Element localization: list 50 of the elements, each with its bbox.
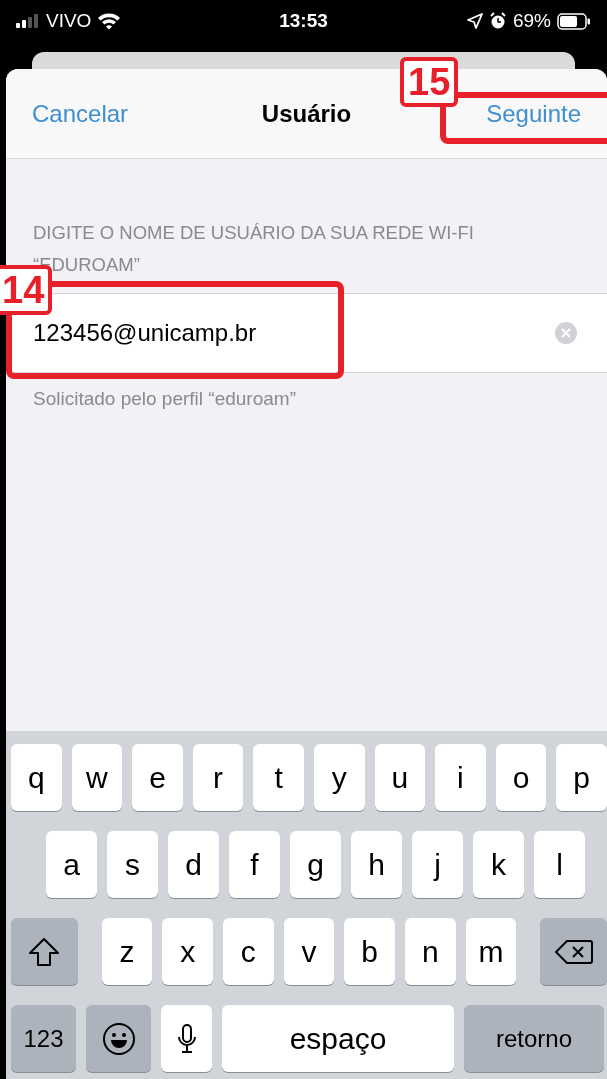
screen-title: Usuário <box>261 98 352 129</box>
microphone-key[interactable] <box>161 1005 212 1072</box>
key[interactable]: t <box>253 744 304 811</box>
carrier-name: VIVO <box>46 8 92 33</box>
key[interactable]: h <box>351 831 402 898</box>
key[interactable]: u <box>374 744 426 811</box>
key[interactable]: w <box>71 744 123 811</box>
key[interactable]: m <box>465 918 517 985</box>
signal-icon <box>16 14 40 28</box>
key[interactable]: g <box>290 831 341 898</box>
key[interactable]: o <box>495 744 547 811</box>
location-arrow-icon <box>466 13 483 29</box>
key[interactable]: b <box>344 918 396 985</box>
emoji-key[interactable] <box>86 1005 151 1072</box>
key[interactable]: a <box>46 831 97 898</box>
microphone-icon <box>175 1022 198 1055</box>
step-number: 14 <box>0 265 53 315</box>
shift-icon <box>28 936 61 967</box>
alarm-clock-icon <box>488 12 507 30</box>
key[interactable]: k <box>473 831 524 898</box>
backspace-icon <box>554 938 593 965</box>
space-key[interactable]: espaço <box>222 1005 454 1072</box>
section-footer: Solicitado pelo perfil “eduroam” <box>6 385 607 414</box>
key[interactable]: y <box>313 744 365 811</box>
key[interactable]: d <box>168 831 219 898</box>
numbers-key[interactable]: 123 <box>11 1005 76 1072</box>
battery-percent: 69% <box>512 8 551 33</box>
username-input[interactable]: 123456@unicamp.br <box>33 315 555 351</box>
step-number: 15 <box>400 57 459 107</box>
key[interactable]: f <box>229 831 280 898</box>
key[interactable]: s <box>107 831 158 898</box>
key[interactable]: q <box>11 744 62 811</box>
key[interactable]: n <box>405 918 456 985</box>
key[interactable]: p <box>556 744 607 811</box>
key[interactable]: x <box>162 918 213 985</box>
clock-time: 13:53 <box>279 8 328 33</box>
key[interactable]: r <box>192 744 244 811</box>
key[interactable]: v <box>283 918 335 985</box>
key[interactable]: e <box>132 744 183 811</box>
key[interactable]: j <box>412 831 463 898</box>
key[interactable]: z <box>101 918 153 985</box>
smiley-icon <box>101 1021 136 1056</box>
key[interactable]: l <box>534 831 585 898</box>
wifi-icon <box>97 12 122 30</box>
delete-key[interactable] <box>540 918 607 985</box>
return-key[interactable]: retorno <box>464 1005 604 1072</box>
key[interactable]: i <box>435 744 486 811</box>
battery-icon <box>557 12 591 30</box>
shift-key[interactable] <box>11 918 78 985</box>
key[interactable]: c <box>222 918 274 985</box>
